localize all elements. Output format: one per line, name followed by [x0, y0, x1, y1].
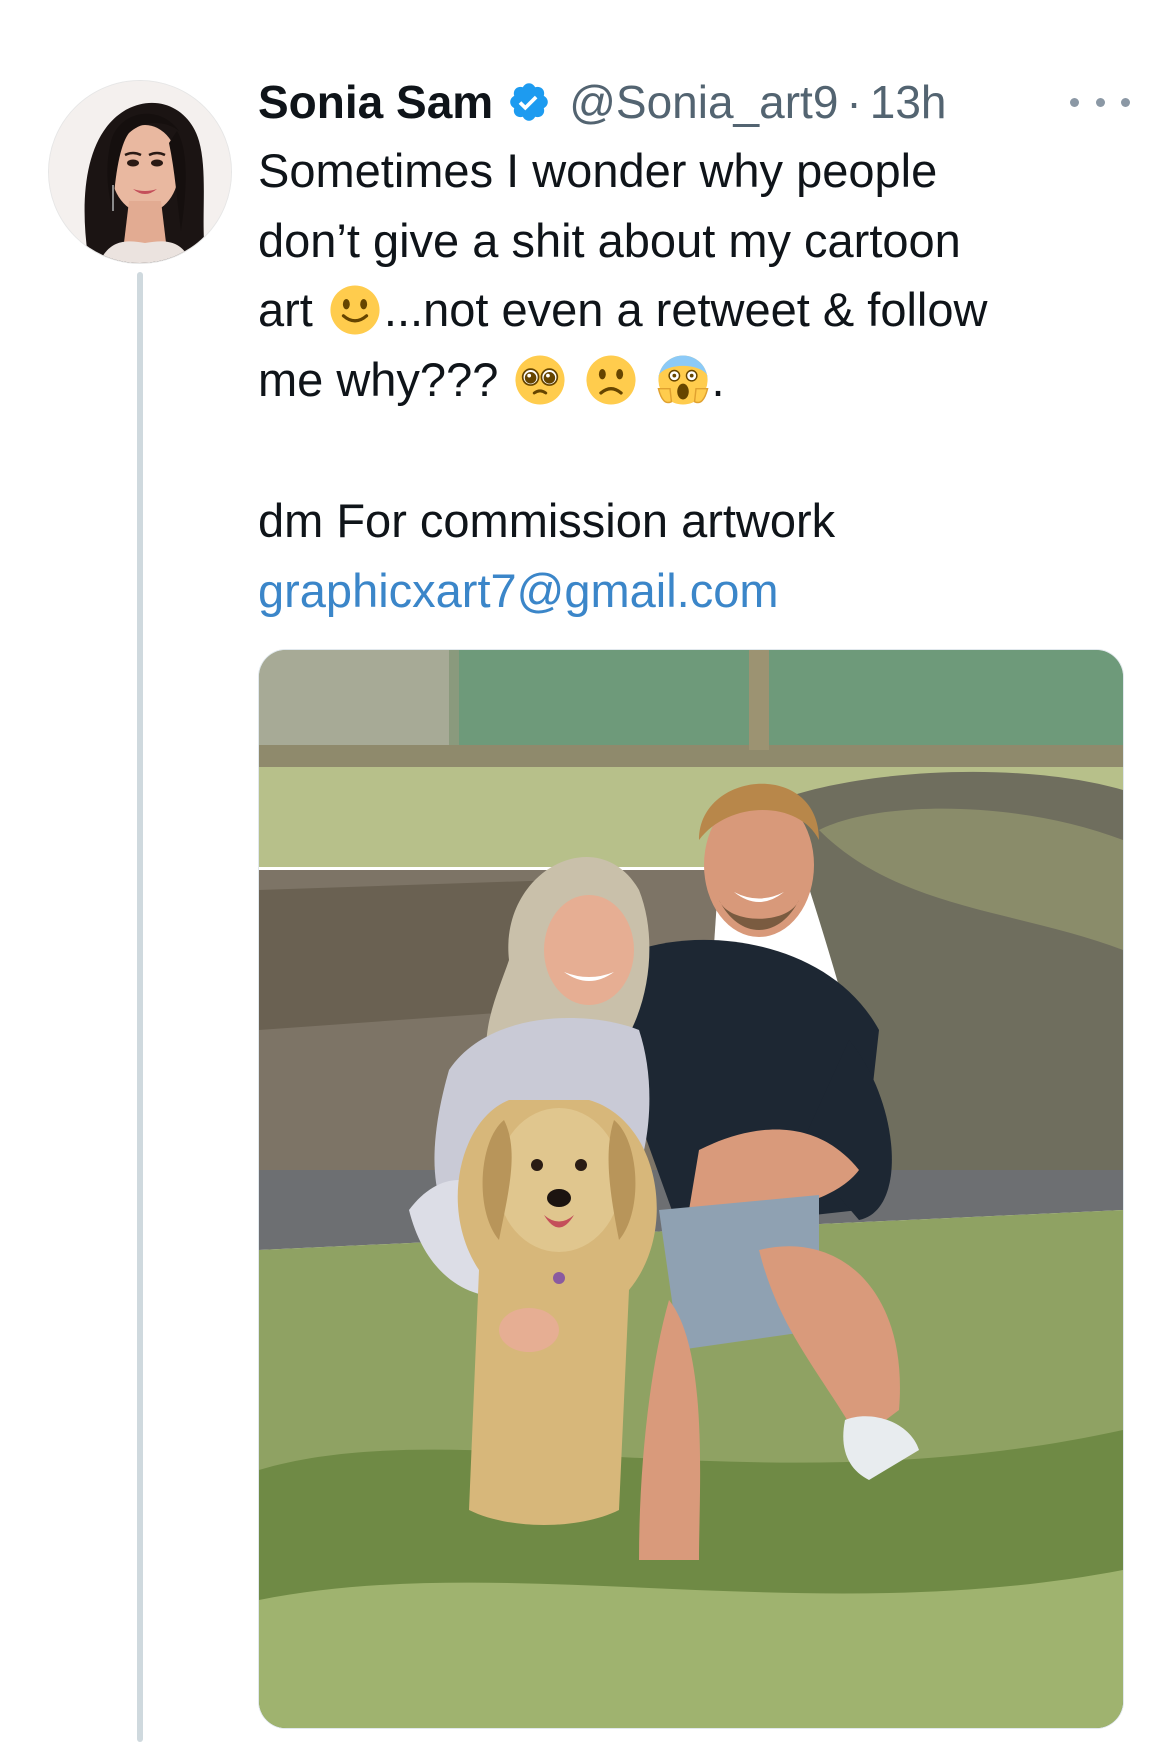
thread-connector-line: [137, 272, 143, 1742]
face-screaming-in-fear-emoji-icon: [657, 354, 709, 405]
pleading-face-emoji-icon: [515, 354, 565, 405]
verified-badge-icon: [510, 83, 548, 121]
tweet-media-image[interactable]: [258, 649, 1124, 1729]
timestamp[interactable]: 13h: [870, 75, 947, 129]
tweet-line: Sometimes I wonder why people: [258, 144, 938, 197]
slightly-frowning-face-emoji-icon: [586, 354, 637, 405]
tweet-text-fragment: ...not even a retweet & follow: [383, 283, 988, 336]
user-handle[interactable]: @Sonia_art9: [569, 75, 838, 129]
tweet-contact-block: dm For commission artwork graphicxart7@g…: [258, 486, 1138, 625]
tweet-body: Sometimes I wonder why people don’t give…: [258, 136, 1138, 414]
tweet-text-fragment: .: [711, 352, 725, 406]
commission-text: dm For commission artwork: [258, 494, 836, 547]
more-options-icon[interactable]: [1070, 84, 1130, 120]
email-link[interactable]: graphicxart7@gmail.com: [258, 564, 779, 617]
profile-avatar[interactable]: [48, 80, 232, 264]
separator-dot: ·: [846, 76, 862, 128]
tweet-text-fragment: me why???: [258, 352, 499, 406]
tweet-line: don’t give a shit about my cartoon: [258, 213, 961, 267]
tweet-line: art ...not even a retweet & follow: [258, 275, 1138, 345]
tweet-header: Sonia Sam @Sonia_art9 · 13h: [258, 72, 946, 132]
tweet-text-fragment: art: [258, 283, 313, 336]
slightly-smiling-face-emoji-icon: [330, 285, 380, 335]
display-name[interactable]: Sonia Sam: [258, 75, 493, 129]
tweet-line: me why??? .: [258, 345, 1138, 415]
